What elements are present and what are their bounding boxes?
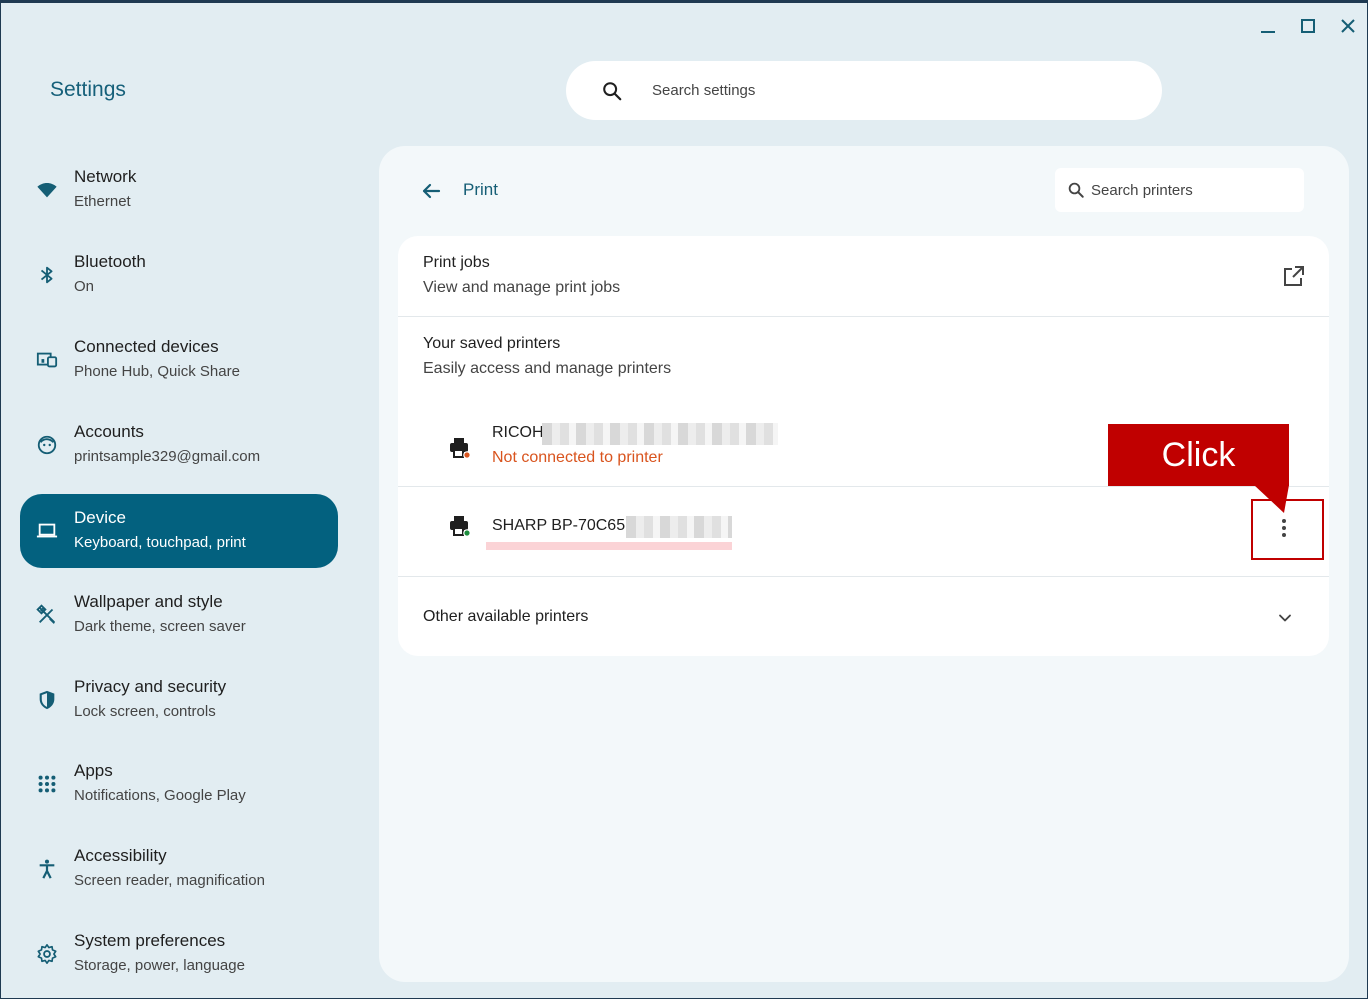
sidebar-item-subtitle: Phone Hub, Quick Share: [74, 363, 240, 380]
sidebar-item-system-preferences[interactable]: System preferences Storage, power, langu…: [20, 917, 338, 991]
sidebar-item-accounts[interactable]: Accounts printsample329@gmail.com: [20, 408, 338, 482]
click-target-highlight: [1251, 499, 1324, 560]
sidebar-item-title: Bluetooth: [74, 252, 146, 271]
divider: [398, 576, 1329, 577]
wifi-icon: [36, 179, 58, 201]
window-controls: [1257, 15, 1359, 37]
bluetooth-icon: [36, 264, 58, 286]
sidebar-item-bluetooth[interactable]: Bluetooth On: [20, 238, 338, 312]
sidebar-item-title: Apps: [74, 761, 113, 780]
search-icon: [1068, 182, 1084, 198]
search-printers-bar[interactable]: [1055, 168, 1304, 212]
sidebar-item-title: Connected devices: [74, 337, 219, 356]
sidebar-item-network[interactable]: Network Ethernet: [20, 153, 338, 227]
sidebar-item-device[interactable]: Device Keyboard, touchpad, print: [20, 494, 338, 568]
laptop-icon: [36, 520, 58, 542]
sidebar-item-subtitle: Storage, power, language: [74, 957, 245, 974]
sidebar-item-title: Accounts: [74, 422, 144, 441]
devices-icon: [36, 349, 58, 371]
printer-status: Not connected to printer: [492, 449, 663, 466]
sidebar-item-title: Privacy and security: [74, 677, 227, 696]
search-icon: [603, 82, 622, 101]
open-in-new-icon[interactable]: [1282, 264, 1306, 288]
sidebar-item-subtitle: Notifications, Google Play: [74, 787, 246, 804]
print-settings-panel: Print Print jobs View and manage print j…: [379, 146, 1349, 982]
sidebar-item-title: Accessibility: [74, 846, 167, 865]
print-jobs-title: Print jobs: [423, 254, 490, 271]
sidebar-item-subtitle: Ethernet: [74, 193, 131, 210]
sidebar-item-title: Device: [74, 508, 126, 527]
settings-window: Settings Network Ethernet Bluetooth On: [0, 0, 1368, 999]
other-printers-title: Other available printers: [423, 608, 589, 625]
sidebar-item-subtitle: Screen reader, magnification: [74, 872, 265, 889]
apps-grid-icon: [36, 773, 58, 795]
redacted-model: [626, 516, 732, 538]
page-title: Print: [463, 180, 498, 199]
sidebar-item-subtitle: Dark theme, screen saver: [74, 618, 246, 635]
search-printers-input[interactable]: [1091, 178, 1291, 202]
close-icon[interactable]: [1337, 15, 1359, 37]
app-title: Settings: [50, 78, 126, 101]
accessibility-icon: [36, 858, 58, 880]
sidebar-item-privacy[interactable]: Privacy and security Lock screen, contro…: [20, 663, 338, 737]
sidebar-item-title: Wallpaper and style: [74, 592, 223, 611]
chevron-down-icon[interactable]: [1275, 608, 1295, 628]
sidebar-item-subtitle: Keyboard, touchpad, print: [74, 534, 246, 551]
sidebar-item-wallpaper[interactable]: Wallpaper and style Dark theme, screen s…: [20, 578, 338, 652]
redacted-model: [542, 423, 778, 445]
click-callout: Click: [1108, 424, 1289, 486]
sidebar-item-subtitle: Lock screen, controls: [74, 703, 216, 720]
printer-icon: [450, 438, 471, 459]
saved-printers-title: Your saved printers: [423, 335, 561, 352]
sidebar-item-subtitle: printsample329@gmail.com: [74, 448, 261, 465]
highlight-underline: [486, 542, 732, 550]
sidebar-item-apps[interactable]: Apps Notifications, Google Play: [20, 747, 338, 821]
account-icon: [36, 434, 58, 456]
gear-icon: [36, 943, 58, 965]
search-settings-input[interactable]: [652, 75, 1132, 105]
minimize-icon[interactable]: [1257, 15, 1279, 37]
palette-icon: [36, 604, 58, 626]
saved-printers-subtitle: Easily access and manage printers: [423, 360, 672, 377]
shield-icon: [36, 689, 58, 711]
back-arrow-icon[interactable]: [419, 179, 443, 203]
printer-name: RICOH: [492, 424, 544, 441]
divider: [398, 316, 1329, 317]
sidebar-item-connected-devices[interactable]: Connected devices Phone Hub, Quick Share: [20, 323, 338, 397]
print-jobs-subtitle: View and manage print jobs: [423, 279, 621, 296]
printer-icon: [450, 516, 471, 537]
printer-name: SHARP BP-70C65: [492, 517, 626, 534]
divider: [398, 486, 1329, 487]
sidebar-item-title: Network: [74, 167, 137, 186]
sidebar-item-accessibility[interactable]: Accessibility Screen reader, magnificati…: [20, 832, 338, 906]
sidebar-item-subtitle: On: [74, 278, 95, 295]
sidebar-item-title: System preferences: [74, 931, 226, 950]
maximize-icon[interactable]: [1297, 15, 1319, 37]
search-settings-bar[interactable]: [566, 61, 1162, 120]
